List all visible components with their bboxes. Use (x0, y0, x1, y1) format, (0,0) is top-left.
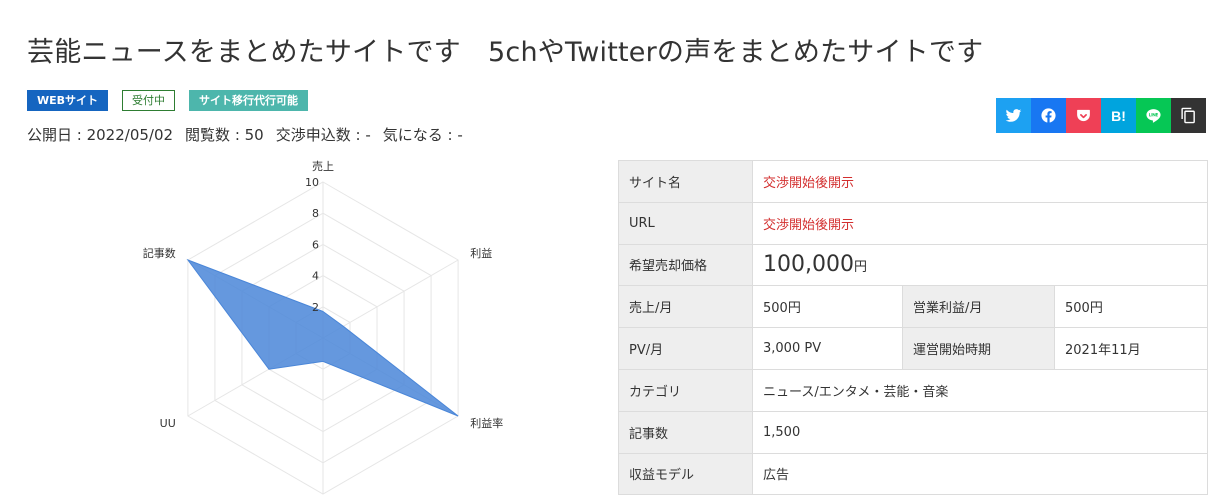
hatena-bookmark-icon: B! (1111, 107, 1126, 124)
table-row: 売上/月 500円 営業利益/月 500円 (618, 285, 1208, 329)
pv-label: PV/月 (618, 327, 753, 370)
radar-scale-label: 4 (312, 270, 319, 283)
table-row: カテゴリ ニュース/エンタメ・芸能・音楽 (618, 368, 1208, 412)
table-row: PV/月 3,000 PV 運営開始時期 2021年11月 (618, 327, 1208, 370)
profit-value: 500円 (1054, 285, 1208, 329)
status-badge: 受付中 (122, 90, 176, 111)
line-icon (1146, 109, 1161, 123)
site-name-value: 交渉開始後開示 (752, 160, 1208, 203)
table-row: 収益モデル 広告 (618, 452, 1208, 496)
site-type-tag: WEBサイト (27, 90, 109, 111)
pocket-share-button[interactable] (1066, 98, 1101, 133)
radar-chart: 246810売上利益利益率PVUU記事数 (143, 160, 503, 495)
pv-value: 3,000 PV (752, 327, 903, 370)
interested-count: 気になる : - (382, 126, 463, 144)
url-value: 交渉開始後開示 (752, 201, 1208, 245)
table-row: 記事数 1,500 (618, 410, 1208, 454)
twitter-share-button[interactable] (996, 98, 1031, 133)
copy-link-button[interactable] (1171, 98, 1206, 133)
negotiation-count: 交渉申込数 : - (275, 126, 371, 144)
category-value: ニュース/エンタメ・芸能・音楽 (752, 368, 1208, 412)
price-unit: 円 (853, 260, 867, 276)
table-row: 希望売却価格 100,000円 (618, 243, 1208, 287)
sales-label: 売上/月 (618, 285, 753, 329)
share-buttons: B! (996, 98, 1206, 133)
radar-axis-label: 利益 (470, 246, 492, 260)
listing-meta: 公開日 : 2022/05/02 閲覧数 : 50 交渉申込数 : - 気になる… (27, 124, 463, 145)
facebook-icon (1041, 108, 1056, 123)
radar-scale-label: 8 (312, 207, 319, 220)
pocket-icon (1077, 109, 1090, 122)
article-count-value: 1,500 (752, 410, 1208, 454)
start-date-label: 運営開始時期 (902, 327, 1055, 370)
radar-scale-label: 6 (312, 238, 319, 251)
sales-value: 500円 (752, 285, 903, 329)
revenue-model-label: 収益モデル (618, 452, 753, 496)
published-date: 公開日 : 2022/05/02 (27, 126, 174, 144)
start-date-value: 2021年11月 (1054, 327, 1208, 370)
price-amount: 100,000 (763, 252, 854, 278)
table-row: URL 交渉開始後開示 (618, 201, 1208, 245)
tag-list: WEBサイト 受付中 サイト移行代行可能 (27, 90, 309, 111)
page-title: 芸能ニュースをまとめたサイトです 5chやTwitterの声をまとめたサイトです (27, 37, 984, 68)
hatena-share-button[interactable]: B! (1101, 98, 1136, 133)
copy-icon (1181, 107, 1195, 124)
radar-axis-label: 利益率 (470, 416, 503, 430)
radar-axis-label: UU (160, 417, 176, 430)
revenue-model-value: 広告 (752, 452, 1208, 496)
table-row: サイト名 交渉開始後開示 (618, 160, 1208, 203)
site-info-table: サイト名 交渉開始後開示 URL 交渉開始後開示 希望売却価格 100,000円… (618, 160, 1208, 496)
url-label: URL (618, 201, 753, 245)
view-count: 閲覧数 : 50 (185, 126, 264, 144)
radar-scale-label: 2 (312, 301, 319, 314)
facebook-share-button[interactable] (1031, 98, 1066, 133)
price-label: 希望売却価格 (618, 243, 753, 287)
transfer-tag: サイト移行代行可能 (189, 90, 309, 111)
category-label: カテゴリ (618, 368, 753, 412)
radar-scale-label: 10 (305, 176, 319, 189)
profit-label: 営業利益/月 (902, 285, 1055, 329)
twitter-icon (1005, 109, 1022, 122)
line-share-button[interactable] (1136, 98, 1171, 133)
site-name-label: サイト名 (618, 160, 753, 203)
radar-axis-label: 売上 (312, 160, 334, 173)
price-value: 100,000円 (752, 243, 1208, 287)
article-count-label: 記事数 (618, 410, 753, 454)
radar-axis-label: 記事数 (143, 246, 176, 260)
